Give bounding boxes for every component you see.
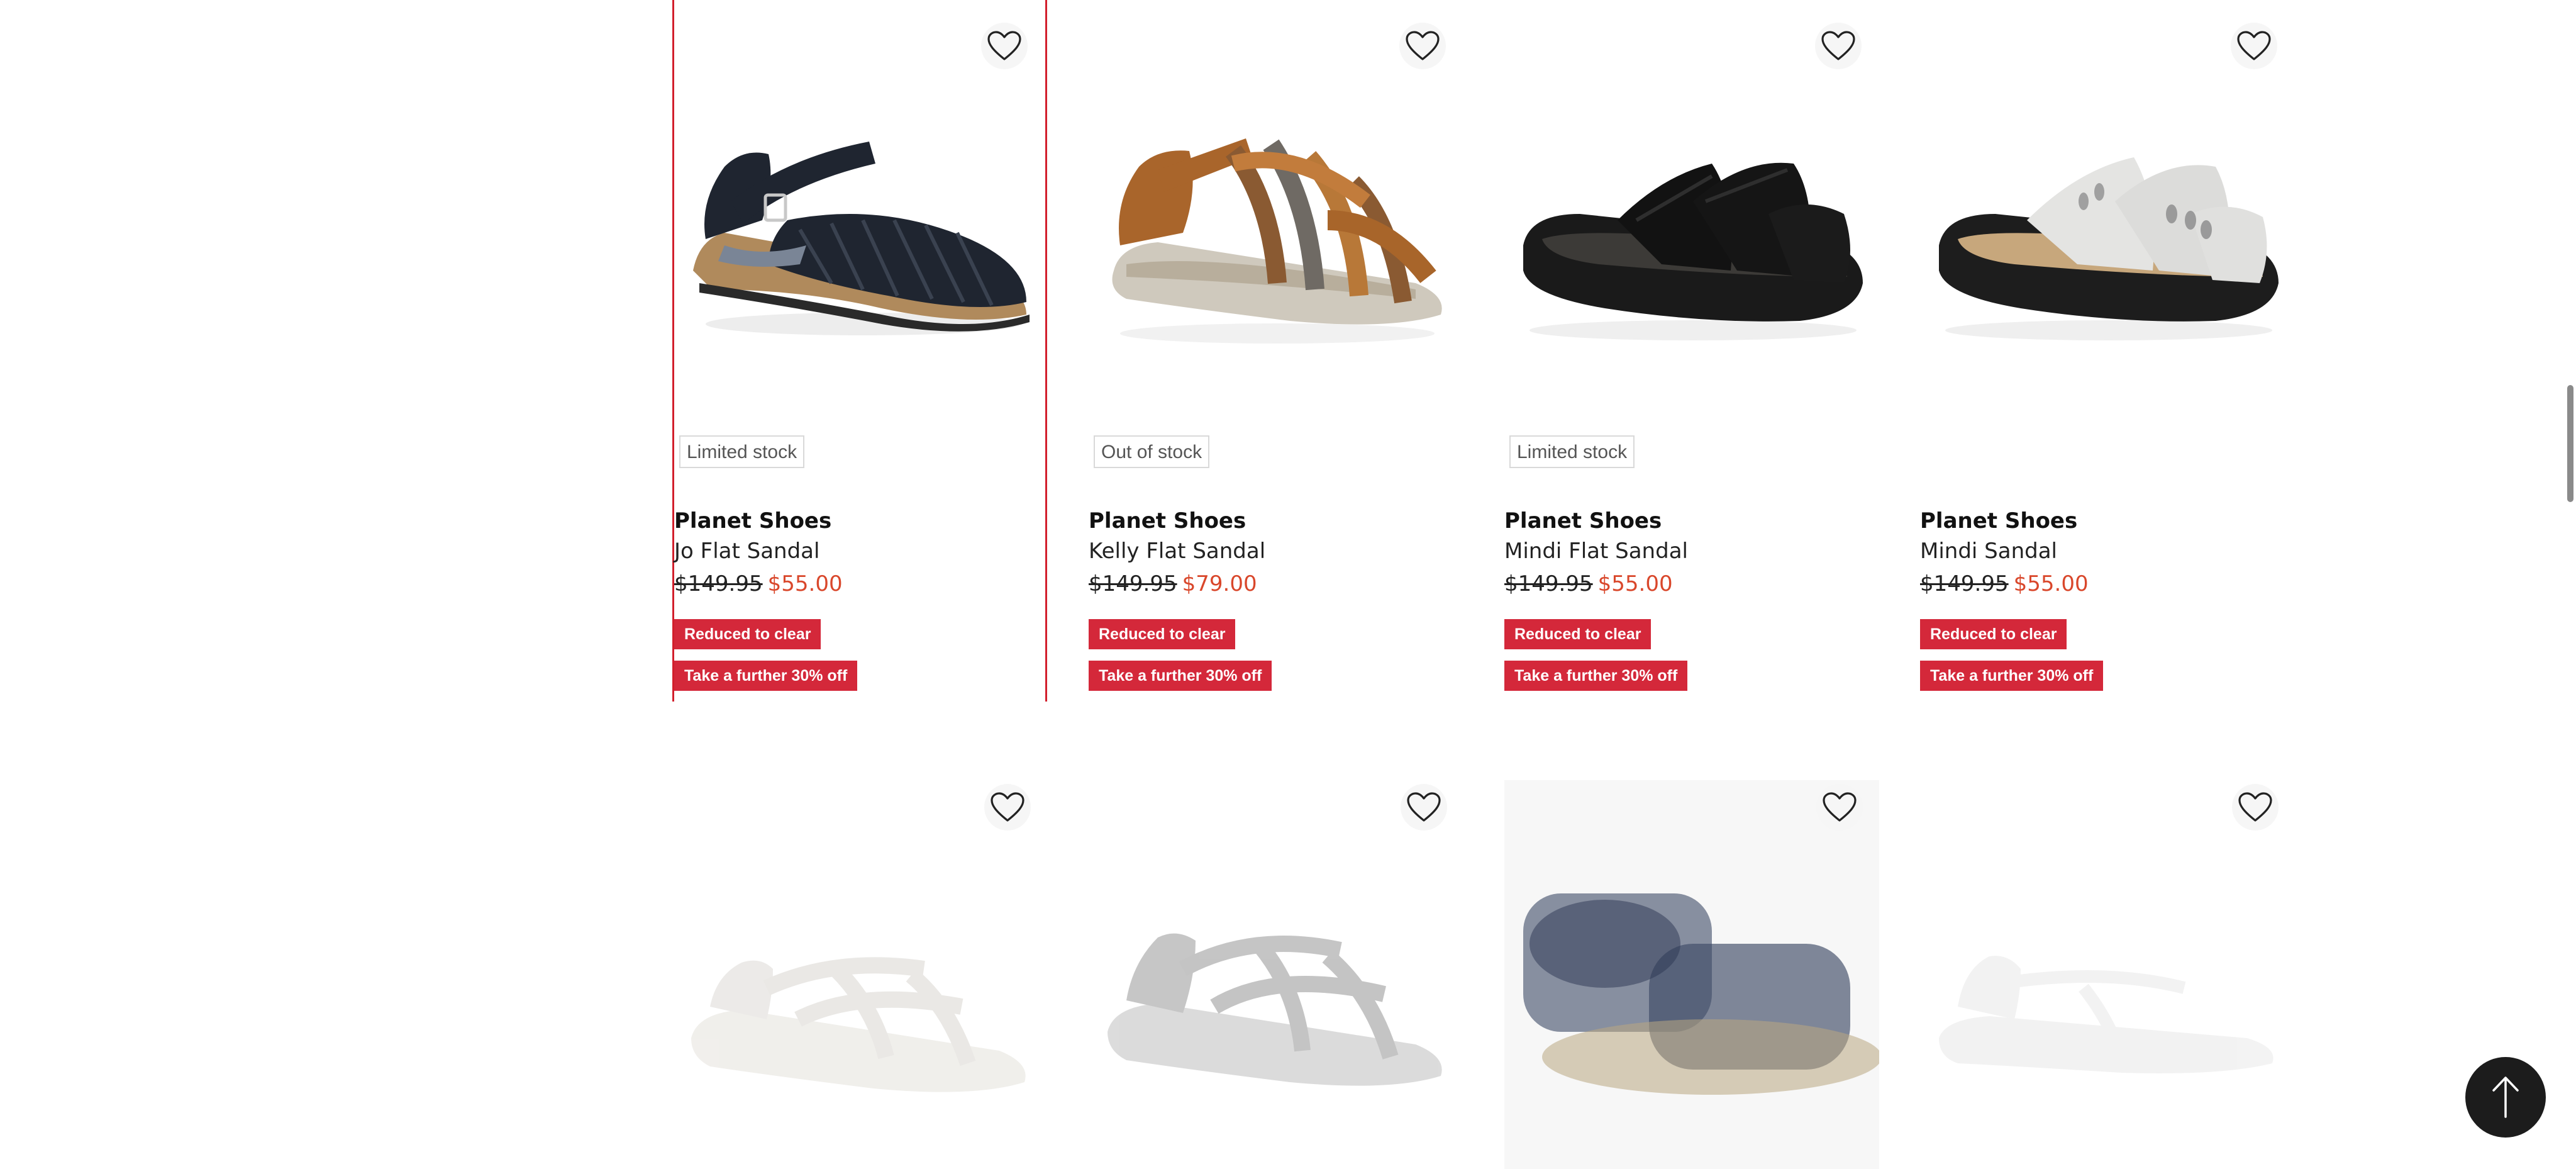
product-card[interactable]: Limited stock Planet Shoes Mindi Flat Sa… <box>1504 0 1879 702</box>
heart-outline-icon <box>2237 31 2271 60</box>
product-price: $149.95 $55.00 <box>674 571 843 596</box>
shoe-blurred-sandal-icon <box>1504 780 1879 1169</box>
reduced-to-clear-badge: Reduced to clear <box>1504 619 1652 649</box>
sale-price: $55.00 <box>2013 571 2089 596</box>
heart-outline-icon <box>2238 792 2272 822</box>
product-card[interactable]: Planet Shoes Mindi Sandal $149.95 $55.00 … <box>1920 0 2295 702</box>
heart-outline-icon <box>1821 31 1855 60</box>
wishlist-button[interactable] <box>1399 23 1446 69</box>
reduced-to-clear-badge: Reduced to clear <box>1089 619 1236 649</box>
product-name[interactable]: Jo Flat Sandal <box>674 539 819 564</box>
wishlist-button[interactable] <box>1815 23 1862 69</box>
reduced-to-clear-badge: Reduced to clear <box>674 619 821 649</box>
product-image[interactable] <box>672 780 1047 1169</box>
arrow-up-icon <box>2492 1077 2519 1118</box>
stock-status-badge: Limited stock <box>679 435 805 468</box>
wishlist-button[interactable] <box>1401 784 1447 831</box>
scrollbar-thumb[interactable] <box>2567 385 2573 502</box>
page-scrollbar[interactable] <box>2563 0 2576 1169</box>
product-price: $149.95 $79.00 <box>1089 571 1257 596</box>
shoe-tan-strappy-sandal-icon <box>1112 138 1442 344</box>
sale-price: $79.00 <box>1182 571 1257 596</box>
heart-outline-icon <box>987 31 1021 60</box>
shoe-grey-sandal-icon <box>1108 933 1442 1086</box>
product-brand: Planet Shoes <box>1089 508 1246 534</box>
product-image[interactable] <box>1089 780 1463 1169</box>
product-name[interactable]: Kelly Flat Sandal <box>1089 539 1265 564</box>
product-card[interactable]: Out of stock Planet Shoes Kelly Flat San… <box>1089 0 1463 702</box>
heart-outline-icon <box>1406 31 1440 60</box>
shoe-faint-sandal-icon <box>1939 956 2273 1073</box>
product-image[interactable] <box>674 13 1049 390</box>
original-price: $149.95 <box>674 571 763 596</box>
heart-outline-icon <box>991 792 1024 822</box>
product-price: $149.95 $55.00 <box>1920 571 2089 596</box>
wishlist-button[interactable] <box>2232 784 2279 831</box>
reduced-to-clear-badge: Reduced to clear <box>1920 619 2067 649</box>
wishlist-button[interactable] <box>1816 784 1863 831</box>
wishlist-button[interactable] <box>2231 23 2277 69</box>
further-discount-badge: Take a further 30% off <box>1920 661 2104 691</box>
product-price: $149.95 $55.00 <box>1504 571 1673 596</box>
shoe-black-closed-sandal-icon <box>693 142 1030 335</box>
further-discount-badge: Take a further 30% off <box>674 661 858 691</box>
shoe-white-slide-icon <box>1939 157 2279 340</box>
product-brand: Planet Shoes <box>1920 508 2078 534</box>
product-brand: Planet Shoes <box>1504 508 1662 534</box>
product-image[interactable] <box>1504 13 1879 390</box>
product-image[interactable] <box>1089 13 1463 390</box>
stock-status-badge: Limited stock <box>1509 435 1635 468</box>
product-name[interactable]: Mindi Flat Sandal <box>1504 539 1688 564</box>
sale-price: $55.00 <box>1597 571 1673 596</box>
shoe-black-slide-icon <box>1523 162 1863 340</box>
wishlist-button[interactable] <box>981 23 1028 69</box>
product-name[interactable]: Mindi Sandal <box>1920 539 2057 564</box>
wishlist-button[interactable] <box>984 784 1031 831</box>
product-image[interactable] <box>1920 13 2295 390</box>
stock-status-badge: Out of stock <box>1094 435 1210 468</box>
further-discount-badge: Take a further 30% off <box>1504 661 1688 691</box>
shoe-white-sandal-icon <box>691 957 1026 1092</box>
original-price: $149.95 <box>1920 571 2009 596</box>
original-price: $149.95 <box>1089 571 1177 596</box>
heart-outline-icon <box>1407 792 1441 822</box>
product-brand: Planet Shoes <box>674 508 832 534</box>
product-image[interactable] <box>1504 780 1879 1169</box>
product-listing-page: Limited stock Planet Shoes Jo Flat Sanda… <box>0 0 2576 1169</box>
heart-outline-icon <box>1823 792 1857 822</box>
back-to-top-button[interactable] <box>2465 1057 2546 1138</box>
original-price: $149.95 <box>1504 571 1593 596</box>
product-card[interactable]: Limited stock Planet Shoes Jo Flat Sanda… <box>672 0 1047 702</box>
product-image[interactable] <box>1920 780 2295 1169</box>
sale-price: $55.00 <box>767 571 843 596</box>
further-discount-badge: Take a further 30% off <box>1089 661 1272 691</box>
